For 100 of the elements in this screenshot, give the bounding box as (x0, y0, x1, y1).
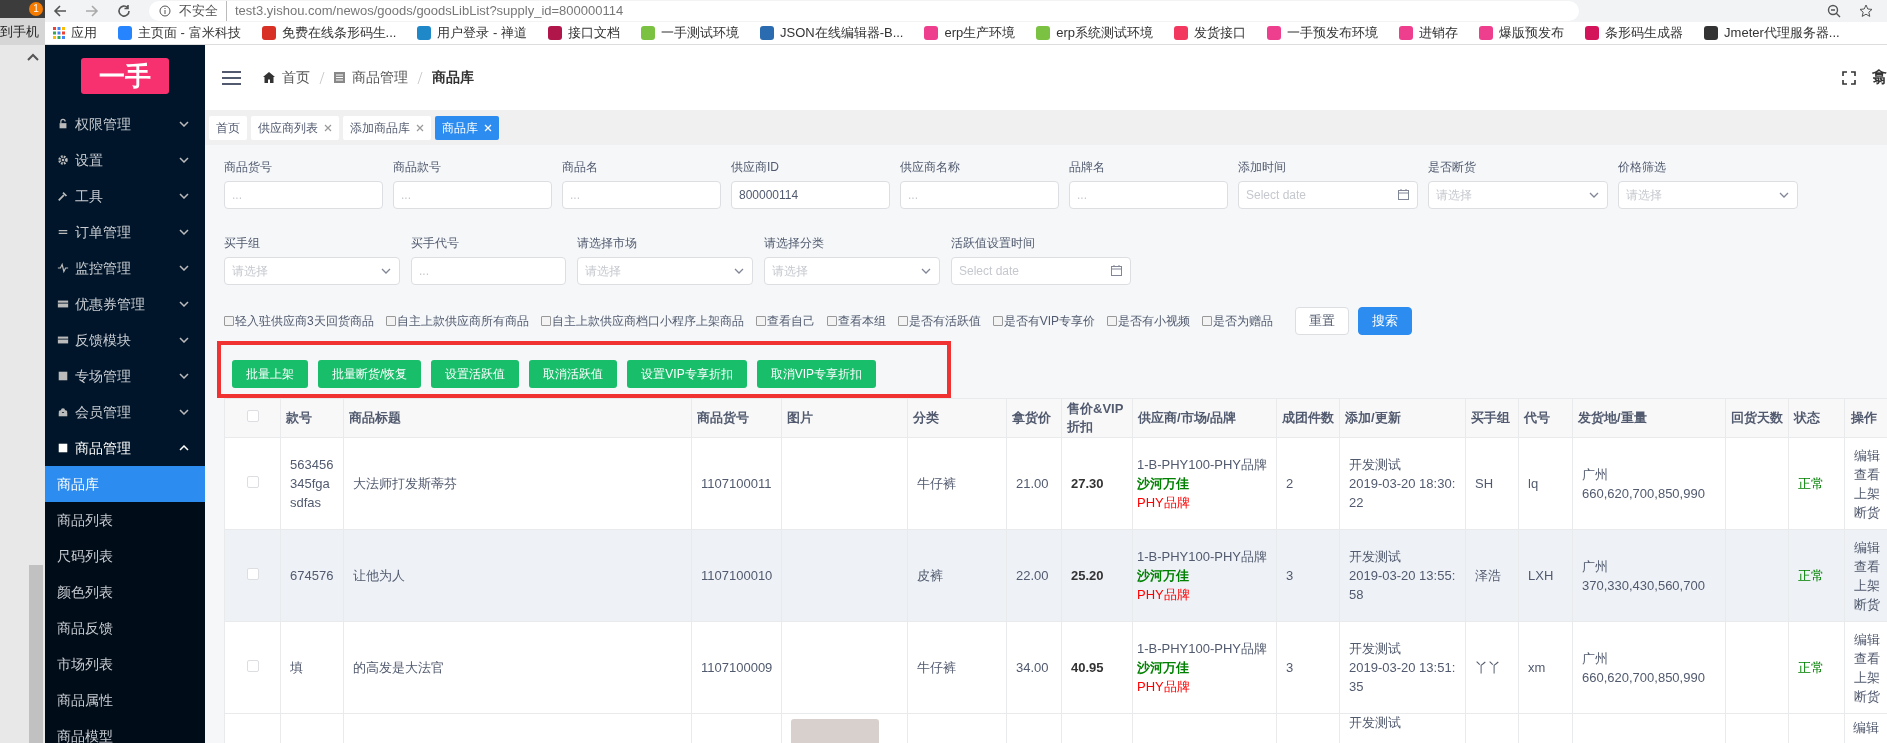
row-checkbox[interactable] (246, 659, 259, 672)
checkbox-option[interactable]: 查看自己 (755, 312, 815, 330)
sidebar-item[interactable]: 设置 (45, 142, 205, 178)
checkbox-option[interactable]: 查看本组 (826, 312, 886, 330)
action-link[interactable]: 编辑 (1854, 629, 1878, 649)
date-field[interactable]: Select date (1238, 181, 1418, 209)
table-cell: 皮裤 (917, 567, 943, 583)
reload-icon[interactable] (117, 4, 131, 18)
checkbox-option[interactable]: 自主上款供应商所有商品 (385, 312, 529, 330)
action-link[interactable]: 断货 (1854, 686, 1878, 706)
sidebar-item[interactable]: 反馈模块 (45, 322, 205, 358)
input-field[interactable]: ... (900, 181, 1059, 209)
submenu-item[interactable]: 市场列表 (45, 646, 205, 682)
logo[interactable]: 一手 (81, 57, 169, 94)
action-link[interactable]: 上架 (1854, 483, 1878, 503)
row-checkbox[interactable] (246, 475, 259, 488)
page-tab[interactable]: 供应商列表 (251, 115, 339, 140)
bookmark-link[interactable]: 用户登录 - 禅道 (415, 23, 529, 43)
close-icon[interactable] (416, 123, 424, 132)
close-icon[interactable] (324, 123, 332, 132)
fullscreen-icon[interactable] (1842, 70, 1856, 85)
bookmark-link[interactable]: 发货接口 (1172, 23, 1249, 43)
table-cell: 2 (1286, 475, 1294, 491)
table-cell: 大法师打发斯蒂芬 (353, 475, 457, 491)
row-checkbox[interactable] (246, 567, 259, 580)
table-cell: 25.20 (1071, 567, 1104, 583)
checkbox-option[interactable]: 轻入驻供应商3天回货商品 (224, 312, 374, 330)
field-label: 价格筛选 (1618, 159, 1667, 174)
breadcrumb-link[interactable]: 商品管理 (352, 67, 408, 88)
checkbox-option[interactable]: 是否为赠品 (1202, 312, 1274, 330)
forward-icon[interactable] (85, 4, 99, 18)
bookmark-link[interactable]: 进销存 (1397, 23, 1461, 43)
menu-icon[interactable] (222, 70, 241, 85)
table-cell: 40.95 (1071, 659, 1104, 675)
action-link[interactable]: 断货 (1854, 594, 1878, 614)
input-field[interactable]: 800000114 (731, 181, 890, 209)
checkbox-option[interactable]: 是否有VIP专享价 (992, 312, 1096, 330)
action-link[interactable]: 断货 (1854, 502, 1878, 522)
input-field[interactable]: ... (411, 257, 566, 285)
checkbox-option[interactable]: 是否有小视频 (1107, 312, 1191, 330)
breadcrumb-link[interactable]: 首页 (282, 67, 310, 88)
date-field[interactable]: Select date (951, 257, 1131, 285)
checkbox-option[interactable]: 是否有活跃值 (897, 312, 981, 330)
checkbox-option[interactable]: 自主上款供应商档口小程序上架商品 (540, 312, 744, 330)
address-bar[interactable]: 不安全 test3.yishou.com/newos/goods/goodsLibList?supply_id=800000114 (149, 1, 1579, 21)
bookmark-link[interactable]: erp生产环境 (922, 23, 1018, 43)
input-field[interactable]: ... (1069, 181, 1228, 209)
submenu-item[interactable]: 商品模型 (45, 718, 205, 743)
action-link[interactable]: 查看 (1854, 648, 1878, 668)
bookmark-link[interactable]: 应用 (51, 23, 99, 43)
bookmark-star-icon[interactable] (1859, 4, 1873, 18)
reset-button[interactable]: 重置 (1295, 307, 1350, 335)
chevron-down-icon (921, 268, 931, 274)
select-all-checkbox[interactable] (246, 410, 259, 423)
page-tab[interactable]: 添加商品库 (343, 115, 431, 140)
submenu-item[interactable]: 商品反馈 (45, 610, 205, 646)
column-header: 商品货号 (691, 398, 782, 438)
input-field[interactable]: ... (224, 181, 383, 209)
bookmark-link[interactable]: erp系统测试环境 (1034, 23, 1156, 43)
sidebar-item[interactable]: 商品管理 (45, 430, 205, 466)
field-label: 商品款号 (393, 159, 442, 174)
bookmark-link[interactable]: 条形码生成器 (1583, 23, 1686, 43)
chevron-down-icon (1589, 192, 1599, 198)
table-cell: 22.00 (1016, 567, 1049, 583)
market-text: 沙河万佳 (1137, 659, 1190, 677)
bookmark-link[interactable]: 一手测试环境 (638, 23, 741, 43)
submenu-item[interactable]: 商品属性 (45, 682, 205, 718)
bookmark-link[interactable]: 接口文档 (545, 23, 622, 43)
action-link[interactable]: 编辑 (1854, 445, 1878, 465)
bookmark-link[interactable]: JSON在线编辑器-B... (757, 23, 906, 43)
sidebar-item[interactable]: 优惠券管理 (45, 286, 205, 322)
user-name[interactable]: 翕 (1872, 66, 1887, 89)
action-link[interactable]: 查看 (1854, 464, 1878, 484)
action-link[interactable]: 上架 (1854, 667, 1878, 687)
home-icon (263, 72, 275, 83)
ship-city-text: 广州 (1582, 649, 1609, 668)
bookmark-link[interactable]: Jmeter代理服务器... (1702, 23, 1842, 43)
sidebar-item[interactable]: 订单管理 (45, 214, 205, 250)
submenu-item[interactable]: 尺码列表 (45, 538, 205, 574)
bookmark-link[interactable]: 主页面 - 富米科技 (116, 23, 243, 43)
action-link[interactable]: 查看 (1854, 556, 1878, 576)
action-link[interactable]: 上架 (1854, 575, 1878, 595)
submenu-item[interactable]: 商品列表 (45, 502, 205, 538)
scrollbar-thumb[interactable] (29, 565, 43, 743)
sidebar-item[interactable]: 工具 (45, 178, 205, 214)
sidebar-item[interactable]: 专场管理 (45, 358, 205, 394)
sidebar-item[interactable]: 监控管理 (45, 250, 205, 286)
page-tab[interactable]: 首页 (209, 115, 247, 140)
input-field[interactable]: ... (562, 181, 721, 209)
submenu-item[interactable]: 颜色列表 (45, 574, 205, 610)
sidebar-item[interactable]: 会员管理 (45, 394, 205, 430)
action-link[interactable]: 编辑 (1854, 537, 1878, 557)
bookmark-link[interactable]: 爆版预发布 (1477, 23, 1567, 43)
input-field[interactable]: ... (393, 181, 552, 209)
scroll-up-icon[interactable] (27, 53, 39, 61)
zoom-icon[interactable] (1827, 4, 1841, 18)
back-icon[interactable] (53, 4, 67, 18)
sidebar-item[interactable]: 权限管理 (45, 106, 205, 142)
bookmark-link[interactable]: 免费在线条形码生... (259, 23, 399, 43)
bookmark-link[interactable]: 一手预发布环境 (1265, 23, 1381, 43)
